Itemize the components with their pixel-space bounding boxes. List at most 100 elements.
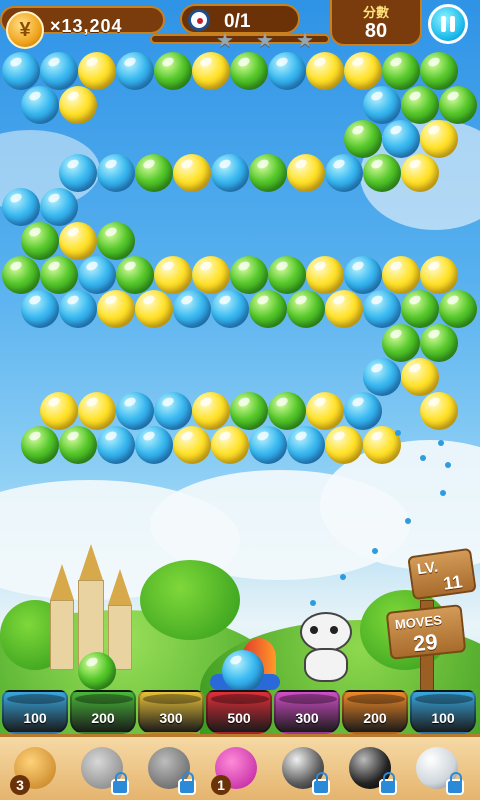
green-bubble xyxy=(268,392,306,430)
score-pots: 100 200 300 500 300 200 100 xyxy=(0,690,480,734)
yellow-bubble xyxy=(420,256,458,294)
blue-bubble xyxy=(59,290,97,328)
star-icon: ★ xyxy=(216,30,234,52)
score-pot: 100 xyxy=(2,690,68,734)
lock-icon xyxy=(446,772,464,795)
green-bubble xyxy=(97,222,135,260)
pot-value: 100 xyxy=(23,710,47,726)
green-bubble xyxy=(401,86,439,124)
blue-bubble xyxy=(173,290,211,328)
blue-bubble xyxy=(363,290,401,328)
score-pot: 500 xyxy=(206,690,272,734)
booster-count: 3 xyxy=(10,775,30,795)
pot-rim xyxy=(211,694,269,704)
rhino-booster[interactable] xyxy=(75,743,129,797)
coin-value: ×13,204 xyxy=(50,16,123,36)
level-label: LV. xyxy=(416,558,440,579)
blue-bubble xyxy=(2,52,40,90)
dog-mascot xyxy=(292,612,358,684)
green-bubble xyxy=(382,52,420,90)
yellow-bubble xyxy=(306,392,344,430)
pot-rim xyxy=(347,694,405,704)
blue-bubble xyxy=(211,290,249,328)
yellow-bubble xyxy=(192,52,230,90)
blue-bubble xyxy=(325,154,363,192)
green-bubble xyxy=(401,290,439,328)
yellow-bubble xyxy=(211,426,249,464)
green-bubble xyxy=(230,256,268,294)
aim-dot xyxy=(440,490,446,496)
green-bubble xyxy=(439,290,477,328)
current-bubble[interactable] xyxy=(222,650,264,692)
green-bubble xyxy=(135,154,173,192)
yellow-bubble xyxy=(287,154,325,192)
green-bubble xyxy=(249,154,287,192)
yellow-bubble xyxy=(173,426,211,464)
green-bubble xyxy=(40,256,78,294)
blue-bubble xyxy=(344,392,382,430)
score-panel: 分數 80 xyxy=(330,0,422,46)
lock-icon xyxy=(178,772,196,795)
aim-dot xyxy=(445,462,451,468)
yellow-bubble xyxy=(401,154,439,192)
yellow-bubble xyxy=(78,392,116,430)
blue-bubble xyxy=(211,154,249,192)
green-bubble xyxy=(21,426,59,464)
mallet-booster[interactable]: 3 xyxy=(8,743,62,797)
booster-count: 1 xyxy=(211,775,231,795)
cannon-booster[interactable] xyxy=(142,743,196,797)
moves-sign: MOVES 29 xyxy=(385,604,467,660)
yellow-bubble xyxy=(97,290,135,328)
blue-bubble xyxy=(59,154,97,192)
lock-icon xyxy=(312,772,330,795)
blue-bubble xyxy=(2,188,40,226)
next-bubble[interactable] xyxy=(78,652,116,690)
blue-bubble xyxy=(363,86,401,124)
yellow-bubble xyxy=(40,392,78,430)
moves-value: 29 xyxy=(411,628,439,657)
aim-dot xyxy=(372,548,378,554)
yellow-bubble xyxy=(420,120,458,158)
blue-bubble xyxy=(249,426,287,464)
pot-value: 500 xyxy=(227,710,251,726)
guide-line-booster[interactable]: 1 xyxy=(209,743,263,797)
blue-bubble xyxy=(287,426,325,464)
blue-bubble xyxy=(116,52,154,90)
yellow-bubble xyxy=(325,290,363,328)
yellow-bubble xyxy=(78,52,116,90)
pot-value: 200 xyxy=(363,710,387,726)
booster-toolbar: 31 xyxy=(0,734,480,800)
green-bubble xyxy=(249,290,287,328)
green-bubble xyxy=(268,256,306,294)
blue-bubble xyxy=(97,154,135,192)
green-bubble xyxy=(382,324,420,362)
yellow-bubble xyxy=(173,154,211,192)
blue-bubble xyxy=(40,52,78,90)
steel-ball-booster[interactable] xyxy=(276,743,330,797)
lock-icon xyxy=(379,772,397,795)
score-pot: 200 xyxy=(342,690,408,734)
score-pot: 300 xyxy=(274,690,340,734)
glass-ball-booster[interactable] xyxy=(410,743,464,797)
aim-dot xyxy=(310,600,316,606)
blue-bubble xyxy=(268,52,306,90)
pause-button[interactable] xyxy=(428,4,468,44)
aim-dot xyxy=(438,440,444,446)
green-bubble xyxy=(363,154,401,192)
green-bubble xyxy=(230,52,268,90)
green-bubble xyxy=(2,256,40,294)
pot-rim xyxy=(75,694,133,704)
blue-bubble xyxy=(78,256,116,294)
score-value: 80 xyxy=(364,20,388,42)
yellow-bubble xyxy=(59,222,97,260)
green-bubble xyxy=(230,392,268,430)
aim-dot xyxy=(420,455,426,461)
blue-bubble xyxy=(154,392,192,430)
green-bubble xyxy=(420,324,458,362)
level-sign: LV. 11 xyxy=(407,547,477,601)
yellow-bubble xyxy=(192,392,230,430)
bomb-ball-booster[interactable] xyxy=(343,743,397,797)
green-bubble xyxy=(21,222,59,260)
pot-value: 100 xyxy=(431,710,455,726)
star-icon: ★ xyxy=(296,30,314,52)
